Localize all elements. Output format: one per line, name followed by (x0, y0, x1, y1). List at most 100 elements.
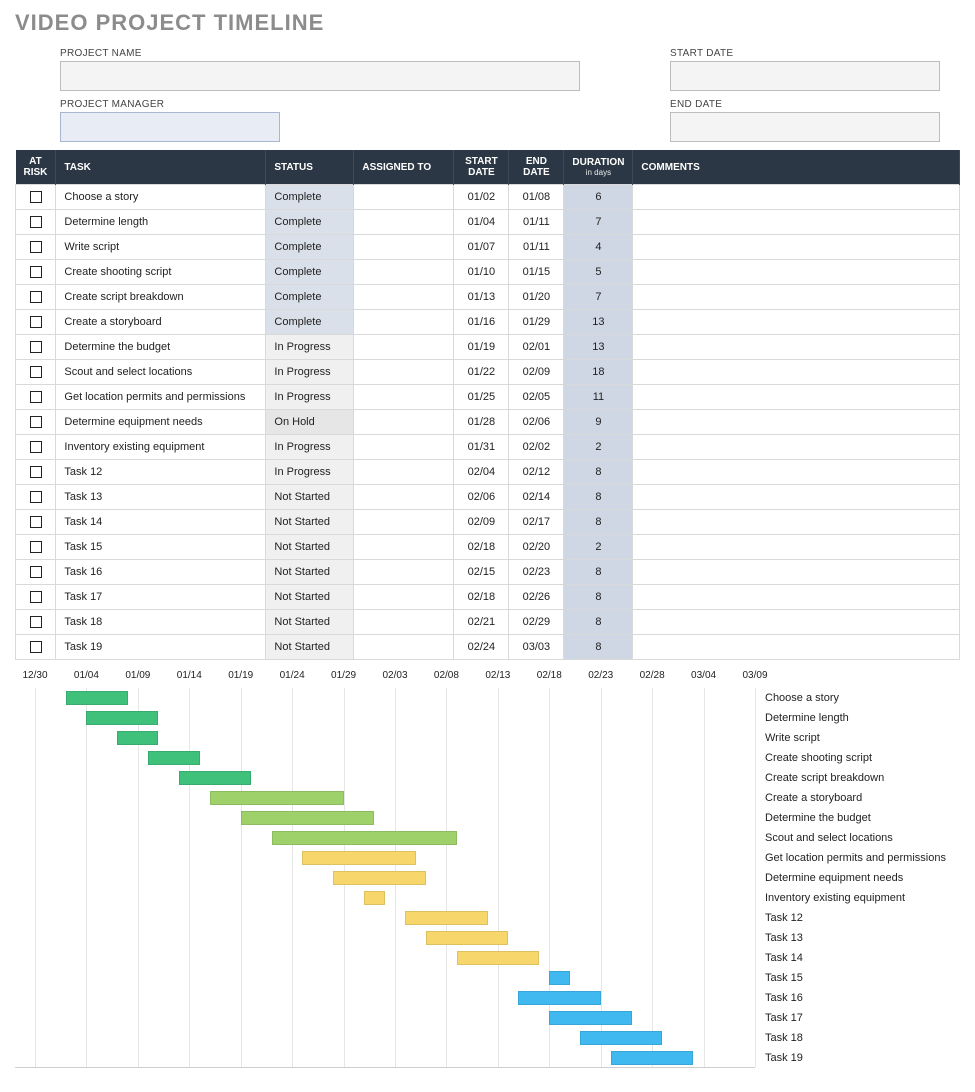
start-date-cell[interactable]: 02/18 (454, 585, 509, 610)
comments-cell[interactable] (633, 385, 960, 410)
comments-cell[interactable] (633, 485, 960, 510)
end-date-cell[interactable]: 01/11 (509, 210, 564, 235)
task-name-cell[interactable]: Write script (56, 235, 266, 260)
assigned-to-cell[interactable] (354, 260, 454, 285)
start-date-cell[interactable]: 02/18 (454, 535, 509, 560)
status-cell[interactable]: On Hold (266, 410, 354, 435)
comments-cell[interactable] (633, 635, 960, 660)
assigned-to-cell[interactable] (354, 285, 454, 310)
at-risk-checkbox[interactable] (30, 566, 42, 578)
task-name-cell[interactable]: Create script breakdown (56, 285, 266, 310)
task-name-cell[interactable]: Inventory existing equipment (56, 435, 266, 460)
comments-cell[interactable] (633, 360, 960, 385)
start-date-cell[interactable]: 01/10 (454, 260, 509, 285)
status-cell[interactable]: Complete (266, 310, 354, 335)
task-name-cell[interactable]: Determine equipment needs (56, 410, 266, 435)
task-name-cell[interactable]: Scout and select locations (56, 360, 266, 385)
status-cell[interactable]: In Progress (266, 385, 354, 410)
end-date-cell[interactable]: 03/03 (509, 635, 564, 660)
status-cell[interactable]: In Progress (266, 435, 354, 460)
task-name-cell[interactable]: Task 18 (56, 610, 266, 635)
assigned-to-cell[interactable] (354, 510, 454, 535)
at-risk-checkbox[interactable] (30, 441, 42, 453)
status-cell[interactable]: Complete (266, 285, 354, 310)
start-date-cell[interactable]: 01/22 (454, 360, 509, 385)
start-date-cell[interactable]: 01/04 (454, 210, 509, 235)
status-cell[interactable]: Complete (266, 235, 354, 260)
at-risk-checkbox[interactable] (30, 216, 42, 228)
task-name-cell[interactable]: Create shooting script (56, 260, 266, 285)
end-date-cell[interactable]: 02/17 (509, 510, 564, 535)
at-risk-checkbox[interactable] (30, 341, 42, 353)
status-cell[interactable]: In Progress (266, 335, 354, 360)
start-date-cell[interactable]: 01/13 (454, 285, 509, 310)
end-date-cell[interactable]: 02/12 (509, 460, 564, 485)
project-name-input[interactable] (60, 61, 580, 91)
assigned-to-cell[interactable] (354, 185, 454, 210)
comments-cell[interactable] (633, 285, 960, 310)
start-date-cell[interactable]: 02/06 (454, 485, 509, 510)
assigned-to-cell[interactable] (354, 410, 454, 435)
at-risk-checkbox[interactable] (30, 391, 42, 403)
assigned-to-cell[interactable] (354, 360, 454, 385)
comments-cell[interactable] (633, 310, 960, 335)
end-date-cell[interactable]: 02/09 (509, 360, 564, 385)
assigned-to-cell[interactable] (354, 335, 454, 360)
at-risk-checkbox[interactable] (30, 316, 42, 328)
task-name-cell[interactable]: Task 19 (56, 635, 266, 660)
comments-cell[interactable] (633, 560, 960, 585)
comments-cell[interactable] (633, 235, 960, 260)
end-date-cell[interactable]: 01/11 (509, 235, 564, 260)
end-date-cell[interactable]: 01/29 (509, 310, 564, 335)
task-name-cell[interactable]: Task 13 (56, 485, 266, 510)
at-risk-checkbox[interactable] (30, 491, 42, 503)
status-cell[interactable]: In Progress (266, 460, 354, 485)
start-date-cell[interactable]: 01/07 (454, 235, 509, 260)
at-risk-checkbox[interactable] (30, 191, 42, 203)
status-cell[interactable]: Not Started (266, 585, 354, 610)
task-name-cell[interactable]: Task 12 (56, 460, 266, 485)
comments-cell[interactable] (633, 185, 960, 210)
end-date-cell[interactable]: 02/20 (509, 535, 564, 560)
start-date-cell[interactable]: 02/04 (454, 460, 509, 485)
at-risk-checkbox[interactable] (30, 416, 42, 428)
task-name-cell[interactable]: Task 17 (56, 585, 266, 610)
at-risk-checkbox[interactable] (30, 516, 42, 528)
comments-cell[interactable] (633, 435, 960, 460)
start-date-input[interactable] (670, 61, 940, 91)
start-date-cell[interactable]: 01/31 (454, 435, 509, 460)
comments-cell[interactable] (633, 610, 960, 635)
at-risk-checkbox[interactable] (30, 366, 42, 378)
comments-cell[interactable] (633, 460, 960, 485)
at-risk-checkbox[interactable] (30, 541, 42, 553)
start-date-cell[interactable]: 02/15 (454, 560, 509, 585)
status-cell[interactable]: Not Started (266, 560, 354, 585)
comments-cell[interactable] (633, 535, 960, 560)
comments-cell[interactable] (633, 410, 960, 435)
at-risk-checkbox[interactable] (30, 616, 42, 628)
end-date-cell[interactable]: 02/29 (509, 610, 564, 635)
assigned-to-cell[interactable] (354, 385, 454, 410)
at-risk-checkbox[interactable] (30, 591, 42, 603)
start-date-cell[interactable]: 02/24 (454, 635, 509, 660)
task-name-cell[interactable]: Determine length (56, 210, 266, 235)
end-date-cell[interactable]: 02/05 (509, 385, 564, 410)
assigned-to-cell[interactable] (354, 485, 454, 510)
status-cell[interactable]: In Progress (266, 360, 354, 385)
comments-cell[interactable] (633, 335, 960, 360)
task-name-cell[interactable]: Get location permits and permissions (56, 385, 266, 410)
status-cell[interactable]: Not Started (266, 485, 354, 510)
end-date-input[interactable] (670, 112, 940, 142)
assigned-to-cell[interactable] (354, 460, 454, 485)
at-risk-checkbox[interactable] (30, 266, 42, 278)
status-cell[interactable]: Complete (266, 185, 354, 210)
assigned-to-cell[interactable] (354, 585, 454, 610)
task-name-cell[interactable]: Create a storyboard (56, 310, 266, 335)
status-cell[interactable]: Not Started (266, 610, 354, 635)
at-risk-checkbox[interactable] (30, 641, 42, 653)
task-name-cell[interactable]: Determine the budget (56, 335, 266, 360)
assigned-to-cell[interactable] (354, 235, 454, 260)
end-date-cell[interactable]: 02/23 (509, 560, 564, 585)
start-date-cell[interactable]: 01/28 (454, 410, 509, 435)
assigned-to-cell[interactable] (354, 560, 454, 585)
